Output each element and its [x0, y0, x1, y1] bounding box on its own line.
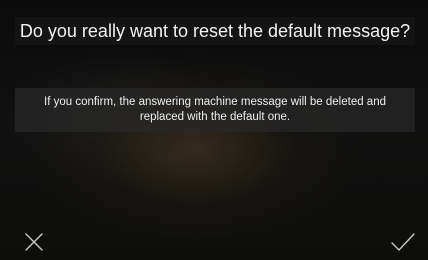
- dialog-title: Do you really want to reset the default …: [19, 20, 411, 41]
- checkmark-icon: [391, 233, 415, 251]
- message-box: If you confirm, the answering machine me…: [15, 88, 415, 132]
- dialog-message: If you confirm, the answering machine me…: [44, 96, 386, 123]
- confirm-button[interactable]: [390, 229, 416, 255]
- title-bar: Do you really want to reset the default …: [15, 17, 415, 45]
- cancel-button[interactable]: [22, 229, 48, 255]
- reset-message-dialog: Do you really want to reset the default …: [0, 0, 428, 260]
- close-icon: [25, 233, 43, 251]
